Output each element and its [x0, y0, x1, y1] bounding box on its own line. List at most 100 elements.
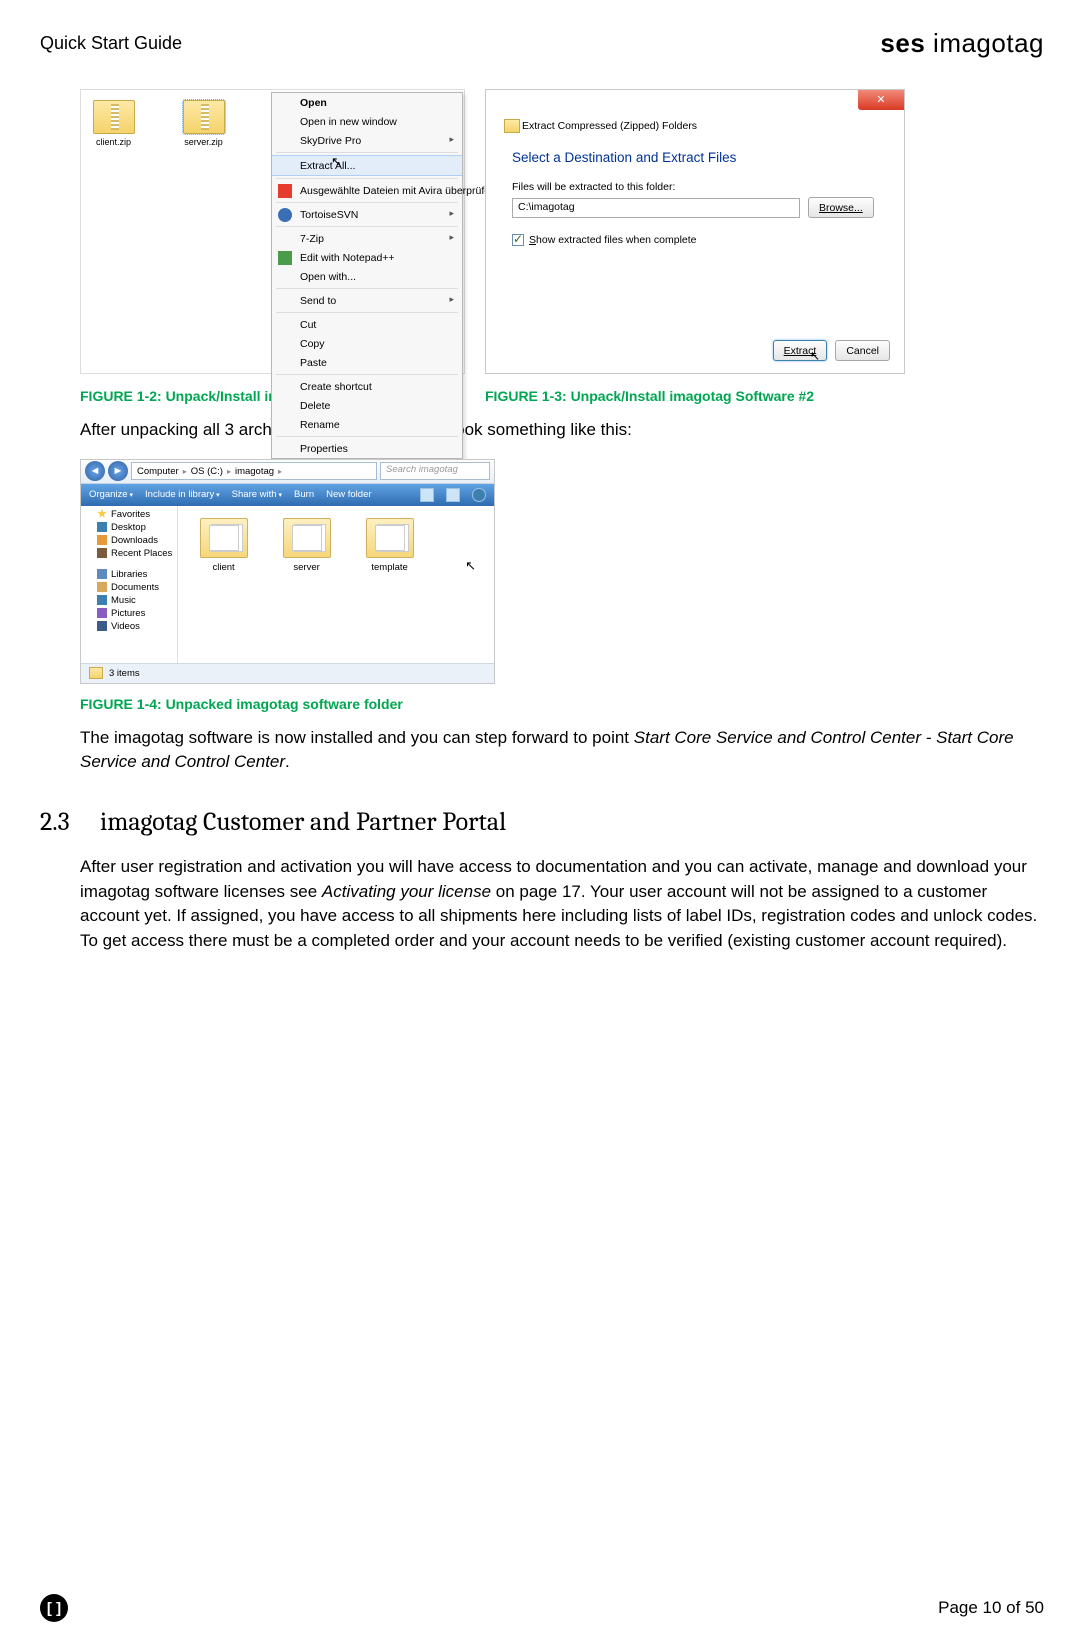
status-text: 3 items — [109, 668, 140, 679]
preview-icon[interactable] — [446, 488, 460, 502]
menu-tortoise[interactable]: TortoiseSVN — [272, 205, 462, 224]
menu-separator — [276, 152, 458, 153]
folder-server[interactable]: server — [279, 518, 334, 573]
folder-small-icon — [89, 667, 103, 679]
sidebar-desktop[interactable]: Desktop — [81, 521, 177, 534]
sidebar-gap — [81, 560, 177, 568]
menu-open[interactable]: Open — [272, 93, 462, 112]
sidebar-videos[interactable]: Videos — [81, 620, 177, 633]
toolbar-new-folder[interactable]: New folder — [326, 489, 371, 500]
chk-hotkey: S — [529, 234, 536, 246]
toolbar-share[interactable]: Share with — [232, 489, 282, 500]
menu-label: TortoiseSVN — [300, 209, 358, 221]
toolbar-include[interactable]: Include in library — [145, 489, 220, 500]
crumb-drive[interactable]: OS (C:) — [191, 466, 223, 477]
para-italic: Activating your license — [322, 882, 491, 901]
sidebar-favorites[interactable]: Favorites — [81, 508, 177, 521]
menu-separator — [276, 436, 458, 437]
footer-glyph: [ ] — [40, 1594, 68, 1622]
folder-pane: client server template ↖ — [178, 506, 494, 664]
para-text: The imagotag software is now installed a… — [80, 728, 634, 747]
cursor-icon: ↖ — [810, 349, 820, 363]
path-row: C:\imagotag Browse... — [512, 197, 904, 218]
wizard-instruction: Select a Destination and Extract Files — [512, 150, 904, 165]
figure-caption-1-3: FIGURE 1-3: Unpack/Install imagotag Soft… — [485, 388, 905, 404]
sidebar-downloads[interactable]: Downloads — [81, 534, 177, 547]
menu-send-to[interactable]: Send to — [272, 291, 462, 310]
sidebar-pictures[interactable]: Pictures — [81, 607, 177, 620]
nav-forward-button[interactable]: ► — [108, 461, 128, 481]
page-header: Quick Start Guide ses imagotag — [40, 28, 1044, 59]
menu-cut[interactable]: Cut — [272, 315, 462, 334]
menu-separator — [276, 202, 458, 203]
sidebar-recent[interactable]: Recent Places — [81, 547, 177, 560]
cursor-icon: ↖ — [465, 558, 476, 574]
figure-caption-1-4: FIGURE 1-4: Unpacked imagotag software f… — [80, 696, 1044, 712]
folder-label: server — [293, 562, 319, 573]
menu-7zip[interactable]: 7-Zip — [272, 229, 462, 248]
menu-open-new-window[interactable]: Open in new window — [272, 112, 462, 131]
logo-bold: ses — [880, 28, 925, 58]
menu-skydrive[interactable]: SkyDrive Pro — [272, 131, 462, 150]
paragraph-portal: After user registration and activation y… — [80, 855, 1040, 954]
menu-properties[interactable]: Properties — [272, 439, 462, 458]
chevron-right-icon: ▸ — [227, 467, 231, 476]
menu-separator — [276, 178, 458, 179]
folder-label: client — [213, 562, 235, 573]
menu-label: Ausgewählte Dateien mit Avira überprüfen — [300, 185, 496, 197]
menu-notepad[interactable]: Edit with Notepad++ — [272, 248, 462, 267]
cancel-button[interactable]: Cancel — [835, 340, 890, 361]
header-title: Quick Start Guide — [40, 33, 182, 54]
paragraph-installed: The imagotag software is now installed a… — [80, 726, 1040, 775]
sidebar-music[interactable]: Music — [81, 594, 177, 607]
para-text: . — [285, 752, 290, 771]
browse-button[interactable]: Browse... — [808, 197, 874, 218]
help-icon[interactable] — [472, 488, 486, 502]
folder-client[interactable]: client — [196, 518, 251, 573]
page-number: Page 10 of 50 — [938, 1598, 1044, 1618]
figure-1-3: ✕ Extract Compressed (Zipped) Folders Se… — [485, 89, 905, 374]
menu-paste[interactable]: Paste — [272, 353, 462, 372]
menu-avira[interactable]: Ausgewählte Dateien mit Avira überprüfen — [272, 181, 462, 200]
menu-copy[interactable]: Copy — [272, 334, 462, 353]
menu-separator — [276, 312, 458, 313]
menu-separator — [276, 226, 458, 227]
folder-icon — [283, 518, 331, 558]
explorer-toolbar: Organize Include in library Share with B… — [81, 484, 494, 506]
folder-icon — [366, 518, 414, 558]
folder-icon — [200, 518, 248, 558]
close-button[interactable]: ✕ — [858, 90, 904, 110]
menu-extract-all[interactable]: Extract All... — [272, 155, 462, 176]
crumb-computer[interactable]: Computer — [137, 466, 179, 477]
menu-delete[interactable]: Delete — [272, 396, 462, 415]
menu-open-with[interactable]: Open with... — [272, 267, 462, 286]
section-title: imagotag Customer and Partner Portal — [100, 807, 506, 837]
nav-back-button[interactable]: ◄ — [85, 461, 105, 481]
crumb-folder[interactable]: imagotag — [235, 466, 274, 477]
show-files-checkbox-row[interactable]: Show extracted files when complete — [512, 234, 904, 246]
notepad-icon — [278, 251, 292, 265]
toolbar-burn[interactable]: Burn — [294, 489, 314, 500]
search-input[interactable]: Search imagotag — [380, 462, 490, 480]
menu-rename[interactable]: Rename — [272, 415, 462, 434]
tortoise-icon — [278, 208, 292, 222]
brand-logo: ses imagotag — [880, 28, 1044, 59]
view-icon[interactable] — [420, 488, 434, 502]
toolbar-organize[interactable]: Organize — [89, 489, 133, 500]
section-heading-2-3: 2.3 imagotag Customer and Partner Portal — [40, 807, 1044, 837]
explorer-address-bar: ◄ ► Computer▸ OS (C:)▸ imagotag▸ Search … — [81, 460, 494, 484]
zip-icon — [183, 100, 225, 134]
checkbox-icon[interactable] — [512, 234, 524, 246]
status-bar: 3 items — [81, 663, 494, 683]
zip-file-client: client.zip — [91, 100, 136, 147]
section-number: 2.3 — [40, 807, 78, 837]
menu-separator — [276, 374, 458, 375]
zip-label: client.zip — [96, 137, 131, 147]
menu-shortcut[interactable]: Create shortcut — [272, 377, 462, 396]
zip-icon — [93, 100, 135, 134]
folder-template[interactable]: template — [362, 518, 417, 573]
path-input[interactable]: C:\imagotag — [512, 198, 800, 218]
breadcrumb-bar[interactable]: Computer▸ OS (C:)▸ imagotag▸ — [131, 462, 377, 480]
sidebar-libraries[interactable]: Libraries — [81, 568, 177, 581]
sidebar-documents[interactable]: Documents — [81, 581, 177, 594]
